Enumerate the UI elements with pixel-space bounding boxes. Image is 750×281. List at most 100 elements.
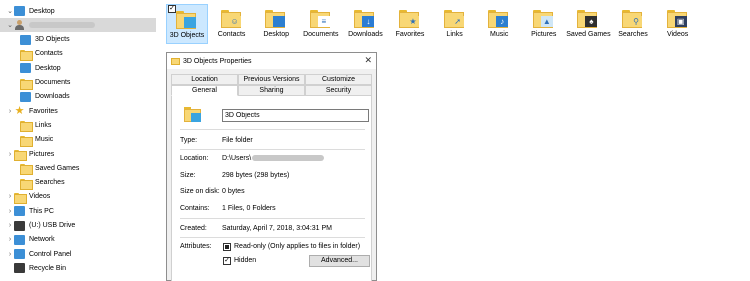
control-panel-icon	[14, 249, 25, 260]
sidebar-item-searches[interactable]: Searches	[0, 176, 156, 190]
this-pc-icon	[14, 206, 25, 217]
desktop-icon	[265, 7, 287, 29]
tab-customize[interactable]: Customize	[305, 74, 372, 85]
sidebar-item-pictures[interactable]: › Pictures	[0, 147, 156, 161]
type-label: Type:	[180, 137, 198, 144]
folder-downloads[interactable]: ↓ Downloads	[344, 4, 386, 44]
usb-drive-icon	[14, 220, 25, 231]
location-path: D:\Users\	[222, 155, 252, 162]
sidebar-item-label: Desktop	[35, 64, 61, 72]
folder-label: Videos	[666, 31, 689, 38]
dialog-title: 3D Objects Properties	[183, 57, 252, 65]
network-icon	[14, 234, 25, 245]
sidebar-item-label: This PC	[29, 207, 54, 215]
videos-icon: ▣	[666, 7, 689, 29]
sidebar-item-label: Pictures	[29, 150, 55, 158]
folder-pictures[interactable]: ▲ Pictures	[523, 4, 565, 44]
chevron-right-icon[interactable]: ›	[6, 222, 14, 229]
folder-label: Downloads	[348, 31, 383, 38]
tab-location[interactable]: Location	[171, 74, 238, 85]
close-icon[interactable]: ✕	[364, 55, 372, 66]
videos-icon	[14, 192, 27, 204]
favorites-icon: ★	[399, 7, 421, 29]
folder-label: Saved Games	[566, 31, 611, 38]
sidebar-item-videos[interactable]: › Videos	[0, 190, 156, 204]
sidebar-item-documents[interactable]: Documents	[0, 76, 156, 90]
contains-label: Contains:	[180, 205, 210, 212]
folder-contacts[interactable]: ☺ Contacts	[211, 4, 253, 44]
sidebar-item-label: Control Panel	[29, 250, 72, 258]
folder-favorites[interactable]: ★ Favorites	[389, 4, 431, 44]
folder-links[interactable]: ➚ Links	[434, 4, 476, 44]
sidebar-item-user-folder[interactable]: ⌄	[0, 18, 156, 33]
sidebar-item-music[interactable]: Music	[0, 133, 156, 147]
music-icon	[20, 135, 33, 147]
folder-3d-objects[interactable]: ✓ 3D Objects	[166, 4, 208, 44]
sidebar-item-control-panel[interactable]: › Control Panel	[0, 247, 156, 261]
sidebar-item-recycle-bin[interactable]: Recycle Bin	[0, 261, 156, 275]
folder-label: Music	[490, 31, 509, 38]
chevron-down-icon[interactable]: ⌄	[6, 21, 14, 29]
sidebar-item-links[interactable]: Links	[0, 118, 156, 133]
location-value: D:\Users\	[222, 155, 325, 162]
sidebar-item-label: Music	[35, 136, 54, 144]
sidebar-item-u-usb-drive[interactable]: › (U:) USB Drive	[0, 219, 156, 233]
pictures-icon	[14, 149, 27, 161]
dialog-titlebar[interactable]: 3D Objects Properties ✕	[167, 53, 376, 69]
sidebar-item-label: Links	[35, 121, 52, 129]
chevron-right-icon[interactable]: ›	[6, 251, 14, 258]
sidebar-item-network[interactable]: › Network	[0, 233, 156, 247]
sidebar-item-label: Desktop	[29, 7, 55, 15]
folder-label: Desktop	[263, 31, 290, 38]
size-value: 298 bytes (298 bytes)	[222, 172, 290, 179]
chevron-right-icon[interactable]: ›	[6, 193, 14, 200]
links-icon	[20, 120, 33, 133]
chevron-down-icon[interactable]: ⌄	[6, 7, 14, 15]
chevron-right-icon[interactable]: ›	[6, 108, 14, 115]
user-folder-icon	[14, 20, 25, 31]
folder-saved-games[interactable]: ♠ Saved Games	[566, 4, 611, 44]
folder-label: Searches	[618, 31, 648, 38]
chevron-right-icon[interactable]: ›	[6, 208, 14, 215]
folder-label: Documents	[303, 31, 339, 38]
desktop-icon	[14, 6, 25, 16]
tab-general[interactable]: General	[171, 85, 238, 96]
sidebar-item-desktop[interactable]: Desktop	[0, 61, 156, 75]
sidebar-item-label: Searches	[35, 179, 65, 187]
folder-icon	[171, 57, 180, 65]
readonly-label: Read-only (Only applies to files in fold…	[234, 243, 361, 250]
advanced-button[interactable]: Advanced...	[309, 255, 370, 267]
sidebar-item-favorites[interactable]: › ★ Favorites	[0, 104, 156, 118]
folder-desktop[interactable]: Desktop	[255, 4, 297, 44]
desktop-icon	[20, 63, 31, 74]
created-value: Saturday, April 7, 2018, 3:04:31 PM	[222, 225, 332, 232]
divider	[180, 218, 365, 219]
saved-games-icon	[20, 163, 33, 176]
sidebar-item-desktop[interactable]: ⌄ Desktop	[0, 4, 156, 18]
folder-searches[interactable]: ⚲ Searches	[612, 4, 654, 44]
saved-games-icon: ♠	[577, 7, 599, 29]
folder-name-input[interactable]	[222, 109, 369, 122]
sidebar-item-3d-objects[interactable]: 3D Objects	[0, 33, 156, 47]
folder-documents[interactable]: ≡ Documents	[300, 4, 342, 44]
sidebar-item-downloads[interactable]: Downloads	[0, 90, 156, 104]
folder-label: Links	[446, 31, 463, 38]
readonly-checkbox[interactable]	[223, 243, 231, 251]
hidden-checkbox[interactable]: ✓	[223, 257, 231, 265]
size-on-disk-label: Size on disk:	[180, 188, 220, 195]
selection-checkbox[interactable]: ✓	[168, 5, 176, 13]
sidebar-item-saved-games[interactable]: Saved Games	[0, 161, 156, 176]
sidebar-item-contacts[interactable]: Contacts	[0, 47, 156, 61]
divider	[180, 149, 365, 150]
folder-videos[interactable]: ▣ Videos	[657, 4, 699, 44]
contacts-icon	[20, 49, 33, 61]
chevron-right-icon[interactable]: ›	[6, 151, 14, 158]
downloads-icon: ↓	[354, 7, 376, 29]
size-on-disk-value: 0 bytes	[222, 188, 245, 195]
tab-previous-versions[interactable]: Previous Versions	[238, 74, 305, 85]
folder-music[interactable]: ♪ Music	[478, 4, 520, 44]
sidebar-item-this-pc[interactable]: › This PC	[0, 204, 156, 218]
chevron-right-icon[interactable]: ›	[6, 236, 14, 243]
favorites-icon: ★	[14, 105, 25, 118]
documents-icon	[20, 78, 33, 90]
